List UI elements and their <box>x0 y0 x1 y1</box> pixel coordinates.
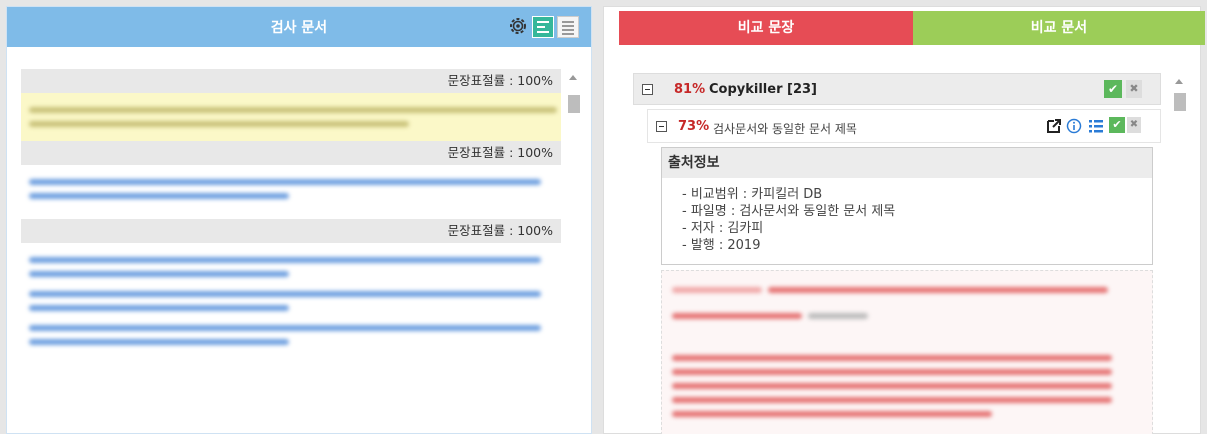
scrollbar[interactable] <box>567 69 581 434</box>
external-link-icon[interactable] <box>1046 118 1062 138</box>
collapse-toggle-icon[interactable] <box>642 84 653 95</box>
info-row-range: - 비교범위 : 카피킬러 DB <box>682 187 823 202</box>
matched-text-block <box>661 270 1153 434</box>
source-percent: 81% <box>674 82 706 97</box>
matched-document-header[interactable]: 73% 검사문서와 동일한 문서 제목 ✔ ✖ <box>647 109 1161 143</box>
scrollbar[interactable] <box>1173 73 1187 434</box>
scrollbar-thumb[interactable] <box>1174 93 1186 111</box>
sentence-block[interactable] <box>21 165 561 213</box>
scroll-up-arrow-icon[interactable] <box>569 75 577 80</box>
close-icon[interactable]: ✖ <box>1127 117 1141 133</box>
info-icon[interactable] <box>1066 118 1082 138</box>
inspected-document-body: 문장표절률 : 100% 문장표절률 : 100% 문장표절률 : 100% <box>21 69 561 434</box>
tab-compare-sentence[interactable]: 비교 문장 <box>619 11 913 45</box>
source-header[interactable]: 81% Copykiller [23] ✔ ✖ <box>633 73 1161 105</box>
highlighted-sentence[interactable] <box>21 93 561 141</box>
scrollbar-thumb[interactable] <box>568 95 580 113</box>
inspected-document-header: 검사 문서 <box>7 7 591 47</box>
scroll-up-arrow-icon[interactable] <box>1175 79 1183 84</box>
gear-icon[interactable] <box>507 15 529 37</box>
match-percent: 73% <box>678 119 710 134</box>
list-icon[interactable] <box>1088 118 1104 138</box>
check-icon[interactable]: ✔ <box>1104 80 1122 98</box>
tab-compare-document[interactable]: 비교 문서 <box>913 11 1205 45</box>
info-row-filename: - 파일명 : 검사문서와 동일한 문서 제목 <box>682 204 896 219</box>
panel-title: 검사 문서 <box>270 20 328 36</box>
lines-view-icon[interactable] <box>557 16 579 38</box>
info-row-author: - 저자 : 김카피 <box>682 221 764 236</box>
collapse-toggle-icon[interactable] <box>656 121 667 132</box>
matched-document-title: 검사문서와 동일한 문서 제목 <box>713 122 857 136</box>
source-info-title: 출처정보 <box>662 148 1152 178</box>
comparison-panel: 비교 문장 비교 문서 81% Copykiller [23] ✔ ✖ 73% … <box>603 6 1205 434</box>
plagiarism-ratio-label: 문장표절률 : 100% <box>21 69 561 93</box>
plagiarism-ratio-label: 문장표절률 : 100% <box>21 219 561 243</box>
sentence-block[interactable] <box>21 243 561 359</box>
plagiarism-ratio-label: 문장표절률 : 100% <box>21 141 561 165</box>
close-icon[interactable]: ✖ <box>1126 80 1142 98</box>
source-name: Copykiller [23] <box>709 82 817 97</box>
source-info-box: 출처정보 - 비교범위 : 카피킬러 DB - 파일명 : 검사문서와 동일한 … <box>661 147 1153 265</box>
list-view-icon[interactable] <box>532 16 554 38</box>
check-icon[interactable]: ✔ <box>1109 117 1125 133</box>
inspected-document-panel: 검사 문서 문장표절률 : 100% 문장표절률 : 100% 문장표절률 : … <box>6 6 592 434</box>
info-row-published: - 발행 : 2019 <box>682 238 761 253</box>
